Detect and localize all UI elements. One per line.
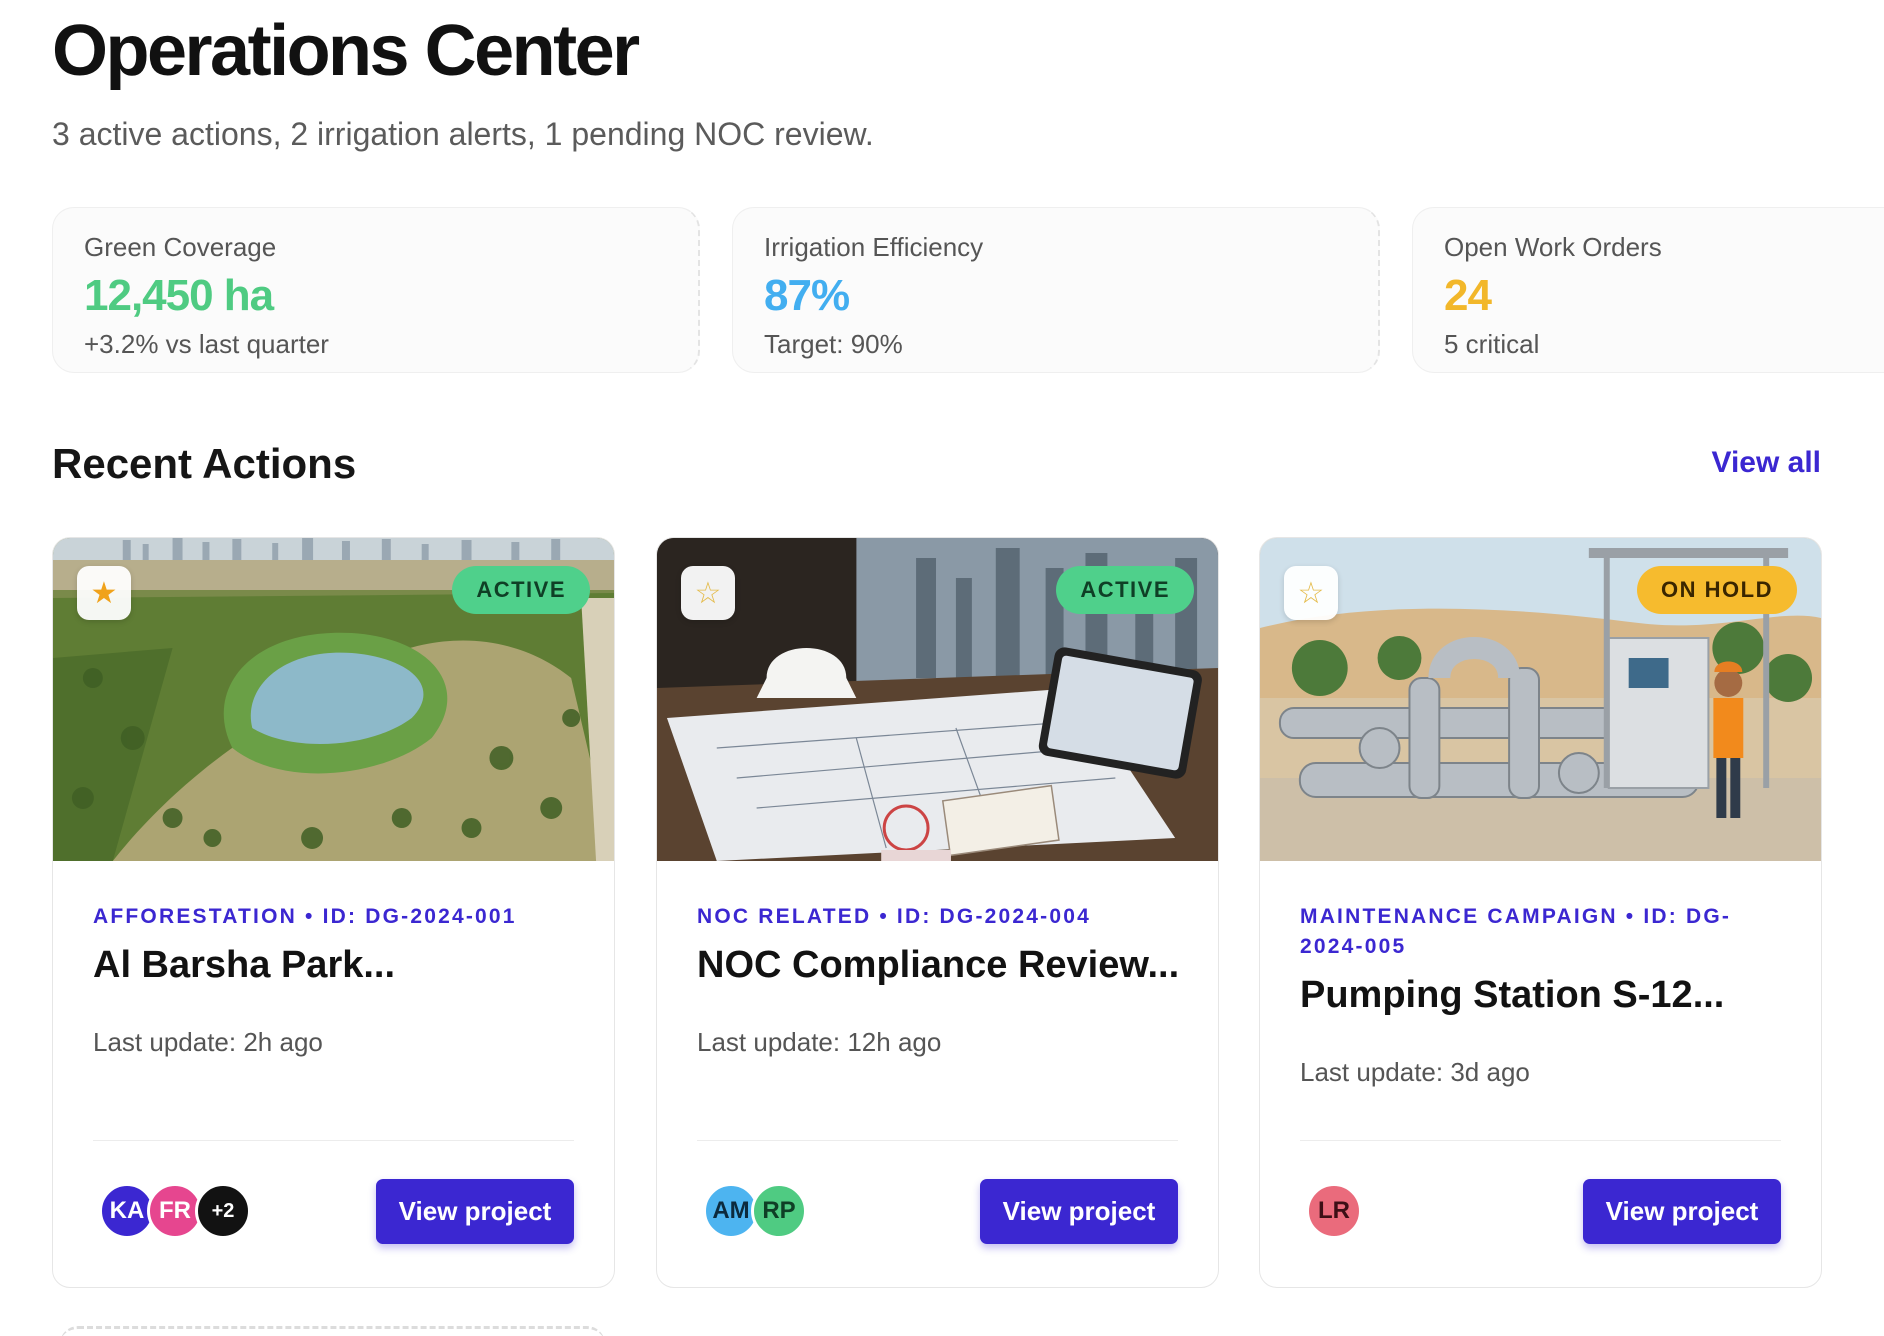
stat-label: Green Coverage	[84, 232, 277, 262]
status-badge: ON HOLD	[1637, 566, 1797, 614]
card-meta: MAINTENANCE CAMPAIGN • ID: DG-2024-005	[1300, 905, 1732, 958]
stat-value: 12,450 ha	[84, 271, 274, 320]
card-divider	[1300, 1140, 1781, 1141]
card-last-update: Last update: 2h ago	[93, 1027, 323, 1057]
card-placeholder	[60, 1326, 605, 1336]
avatar-group: KA FR +2	[99, 1183, 251, 1239]
stat-value: 24	[1444, 271, 1492, 320]
view-project-button[interactable]: View project	[980, 1179, 1178, 1244]
stat-card-green-coverage: Green Coverage 12,450 ha +3.2% vs last q…	[52, 207, 700, 373]
stat-label: Open Work Orders	[1444, 232, 1662, 262]
action-card: ☆ ON HOLD MAINTENANCE CAMPAIGN • ID: DG-…	[1259, 537, 1822, 1288]
stat-note: Target: 90%	[764, 329, 903, 359]
page-subtitle: 3 active actions, 2 irrigation alerts, 1…	[52, 116, 874, 152]
star-icon[interactable]: ☆	[1284, 566, 1338, 620]
card-meta: NOC RELATED • ID: DG-2024-004	[697, 905, 1091, 928]
star-icon[interactable]: ☆	[681, 566, 735, 620]
status-badge: ACTIVE	[1056, 566, 1194, 614]
stat-label: Irrigation Efficiency	[764, 232, 984, 262]
star-icon[interactable]: ★	[77, 566, 131, 620]
view-all-link[interactable]: View all	[1711, 446, 1821, 480]
stat-note: +3.2% vs last quarter	[84, 329, 329, 359]
avatar-overflow-count[interactable]: +2	[195, 1183, 251, 1239]
view-project-button[interactable]: View project	[376, 1179, 574, 1244]
avatar[interactable]: RP	[751, 1183, 807, 1239]
page-title: Operations Center	[52, 11, 640, 91]
card-meta: AFFORESTATION • ID: DG-2024-001	[93, 905, 517, 928]
stat-card-irrigation-efficiency: Irrigation Efficiency 87% Target: 90%	[732, 207, 1380, 373]
avatar[interactable]: LR	[1306, 1183, 1362, 1239]
stat-value: 87%	[764, 271, 850, 320]
status-badge: ACTIVE	[452, 566, 590, 614]
card-divider	[697, 1140, 1178, 1141]
card-title: Pumping Station S-12...	[1300, 974, 1725, 1016]
avatar-group: LR	[1306, 1183, 1362, 1239]
stat-note: 5 critical	[1444, 329, 1540, 359]
stat-card-open-work-orders: Open Work Orders 24 5 critical	[1412, 207, 1884, 373]
action-card: ★ ACTIVE AFFORESTATION • ID: DG-2024-001…	[52, 537, 615, 1288]
card-divider	[93, 1140, 574, 1141]
avatar-group: AM RP	[703, 1183, 807, 1239]
card-title: NOC Compliance Review...	[697, 944, 1178, 986]
section-title: Recent Actions	[52, 440, 357, 487]
card-last-update: Last update: 12h ago	[697, 1027, 942, 1057]
card-last-update: Last update: 3d ago	[1300, 1057, 1530, 1087]
view-project-button[interactable]: View project	[1583, 1179, 1781, 1244]
card-title: Al Barsha Park...	[93, 944, 396, 986]
action-card: ☆ ACTIVE NOC RELATED • ID: DG-2024-004 N…	[656, 537, 1219, 1288]
